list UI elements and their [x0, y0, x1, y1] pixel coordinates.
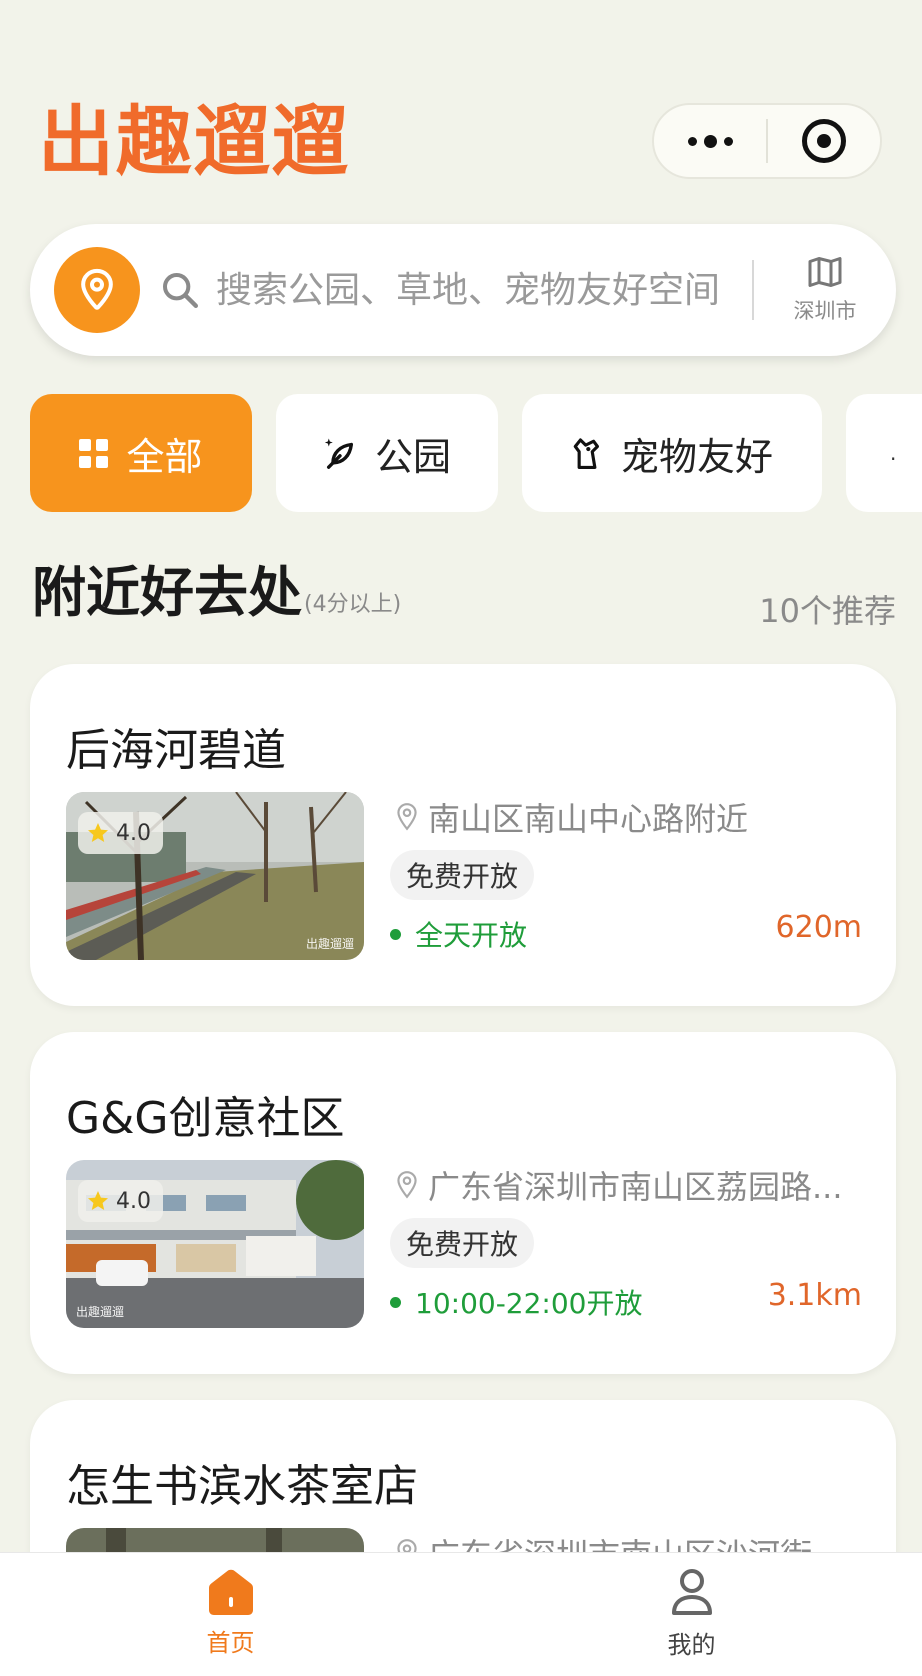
rating-badge: 4.0 [78, 1180, 163, 1222]
star-icon [88, 823, 108, 842]
close-button[interactable] [768, 105, 880, 177]
pet-icon [573, 438, 600, 469]
category-chip-label: 全部 [126, 434, 203, 479]
section-subtitle: (4分以上) [304, 592, 402, 617]
tab-me-label: 我的 [667, 1631, 716, 1659]
category-chip-label: 公园 [374, 434, 451, 479]
grid-icon [79, 438, 109, 468]
address-text: 广东省深圳市南山区荔园路... [428, 1168, 843, 1206]
opening-hours: 10:00-22:00开放 [390, 1282, 643, 1322]
price-tag: 免费开放 [390, 1218, 535, 1268]
mini-program-capsule [652, 103, 882, 179]
place-address: 广东省深圳市南山区荔园路... [394, 1162, 866, 1208]
search-bar: 深圳市 [30, 224, 896, 356]
category-chips: 全部 公园 宠物友好 . [30, 394, 922, 512]
location-outline-icon [397, 1171, 417, 1199]
leaf-icon [324, 438, 354, 469]
opening-hours-text: 全天开放 [415, 919, 528, 952]
location-pin-icon [81, 268, 113, 310]
photo-watermark: 出趣遛遛 [76, 1305, 125, 1319]
star-icon [88, 1191, 108, 1210]
city-label: 深圳市 [793, 299, 857, 323]
distance: 3.1km [767, 1278, 862, 1313]
more-button[interactable] [654, 105, 766, 177]
location-outline-icon [397, 803, 417, 831]
tab-me[interactable]: 我的 [461, 1553, 922, 1676]
app-title: 出趣遛遛 [38, 97, 350, 186]
place-address: 南山区南山中心路附近 [394, 794, 866, 840]
category-chip-all[interactable]: 全部 [30, 394, 252, 512]
price-tag: 免费开放 [390, 850, 535, 900]
city-selector[interactable]: 深圳市 [754, 255, 896, 325]
place-name: 后海河碧道 [66, 725, 286, 776]
category-chip-more[interactable]: . [846, 394, 922, 512]
opening-hours: 全天开放 [390, 914, 527, 954]
place-card[interactable]: G&G创意社区 4.0 出趣遛遛 广东省深圳市南山区荔园路... 免费开放 10… [30, 1032, 896, 1374]
tab-home[interactable]: 首页 [0, 1553, 461, 1676]
user-icon [671, 1569, 712, 1615]
rating-value: 4.0 [116, 1188, 151, 1214]
distance: 620m [775, 910, 862, 945]
search-icon [160, 270, 200, 310]
place-photo: 4.0 出趣遛遛 [66, 792, 364, 960]
bottom-tab-bar: 首页 我的 [0, 1552, 922, 1676]
target-circle-icon [802, 119, 846, 163]
location-button[interactable] [54, 247, 140, 333]
home-icon [208, 1569, 253, 1615]
rating-value: 4.0 [116, 820, 151, 846]
section-heading: 附近好去处 [32, 561, 302, 624]
open-status-dot [390, 928, 401, 940]
place-name: G&G创意社区 [66, 1093, 345, 1144]
more-dots-icon [687, 134, 733, 148]
place-name: 怎生书滨水茶室店 [66, 1461, 418, 1512]
category-chip-label: 宠物友好 [620, 434, 773, 479]
search-input[interactable] [216, 269, 746, 311]
section-title: 附近好去处 (4分以上) [32, 566, 401, 620]
map-icon [808, 257, 842, 287]
category-chip-park[interactable]: 公园 [276, 394, 498, 512]
tab-home-label: 首页 [206, 1629, 255, 1657]
category-chip-pet-friendly[interactable]: 宠物友好 [522, 394, 822, 512]
place-card[interactable]: 后海河碧道 4.0 出趣遛遛 南山区南山中心路附近 免费开放 全天开放 620m [30, 664, 896, 1006]
rating-badge: 4.0 [78, 812, 163, 854]
recommend-count: 10个推荐 [759, 592, 896, 630]
address-text: 南山区南山中心路附近 [428, 800, 749, 838]
opening-hours-text: 10:00-22:00开放 [415, 1287, 643, 1320]
photo-watermark: 出趣遛遛 [305, 937, 354, 951]
open-status-dot [390, 1296, 401, 1308]
place-photo: 4.0 出趣遛遛 [66, 1160, 364, 1328]
